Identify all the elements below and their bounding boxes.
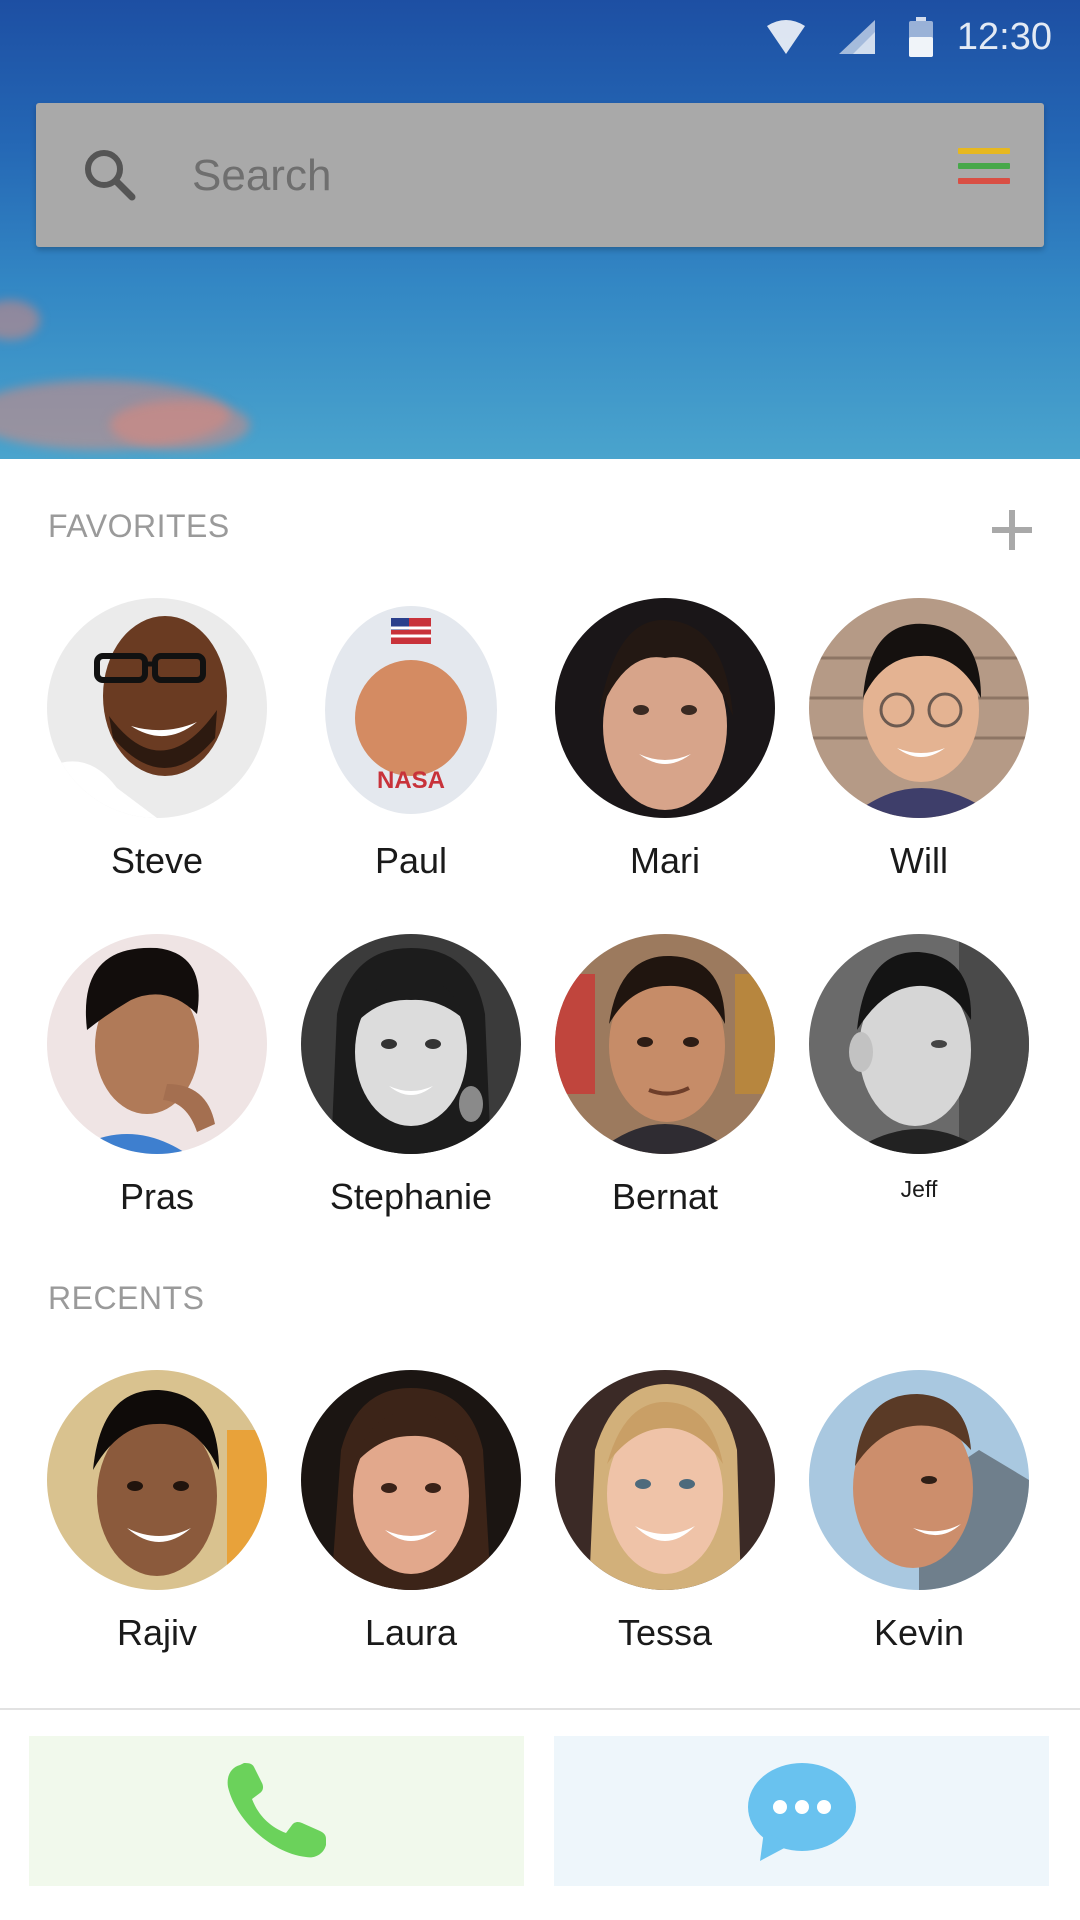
contact-name: Jeff bbox=[900, 1176, 938, 1202]
contact-name: Stephanie bbox=[329, 1176, 493, 1217]
signal-icon bbox=[838, 20, 875, 54]
contact-name: Bernat bbox=[611, 1176, 719, 1217]
plus-icon[interactable] bbox=[990, 508, 1034, 552]
avatar: NASA bbox=[301, 598, 521, 818]
contact-name: Rajiv bbox=[116, 1612, 197, 1653]
contact-rajiv[interactable]: Rajiv bbox=[30, 1370, 284, 1654]
status-bar: 12:30 bbox=[733, 12, 1052, 62]
contact-name: Paul bbox=[374, 840, 448, 881]
colored-menu-icon[interactable] bbox=[958, 148, 1010, 198]
contact-kevin[interactable]: Kevin bbox=[792, 1370, 1046, 1654]
contact-name: Laura bbox=[364, 1612, 458, 1653]
contact-paul[interactable]: NASA Paul bbox=[284, 598, 538, 882]
contact-jeff[interactable]: Jeff bbox=[792, 934, 1046, 1203]
phone-icon bbox=[227, 1763, 326, 1858]
svg-text:NASA: NASA bbox=[377, 767, 445, 794]
avatar bbox=[555, 1370, 775, 1590]
contact-name: Steve bbox=[110, 840, 204, 881]
recents-title: RECENTS bbox=[48, 1280, 205, 1316]
avatar bbox=[809, 934, 1029, 1154]
search-input[interactable] bbox=[190, 137, 934, 215]
call-button[interactable] bbox=[29, 1736, 524, 1886]
message-button[interactable] bbox=[554, 1736, 1049, 1886]
contact-tessa[interactable]: Tessa bbox=[538, 1370, 792, 1654]
contact-name: Tessa bbox=[617, 1612, 713, 1653]
avatar bbox=[301, 1370, 521, 1590]
favorites-title: FAVORITES bbox=[48, 508, 230, 544]
contact-laura[interactable]: Laura bbox=[284, 1370, 538, 1654]
contact-name: Pras bbox=[119, 1176, 195, 1217]
contact-steve[interactable]: Steve bbox=[30, 598, 284, 882]
contact-name: Mari bbox=[630, 840, 700, 881]
avatar bbox=[47, 1370, 267, 1590]
search-icon[interactable] bbox=[82, 147, 138, 203]
bottom-divider bbox=[0, 1708, 1080, 1710]
contact-pras[interactable]: Pras bbox=[30, 934, 284, 1218]
avatar bbox=[47, 934, 267, 1154]
battery-icon bbox=[908, 17, 933, 57]
contact-bernat[interactable]: Bernat bbox=[538, 934, 792, 1218]
wifi-icon bbox=[766, 20, 805, 54]
avatar bbox=[47, 598, 267, 818]
header-background: 12:30 bbox=[0, 0, 1080, 459]
avatar bbox=[555, 598, 775, 818]
contact-mari[interactable]: Mari bbox=[538, 598, 792, 882]
chat-bubble-icon bbox=[747, 1763, 856, 1861]
search-bar[interactable] bbox=[36, 103, 1044, 247]
avatar bbox=[555, 934, 775, 1154]
status-time: 12:30 bbox=[956, 15, 1052, 58]
avatar bbox=[809, 1370, 1029, 1590]
contact-will[interactable]: Will bbox=[792, 598, 1046, 882]
avatar bbox=[809, 598, 1029, 818]
contact-name: Will bbox=[890, 840, 948, 881]
contact-stephanie[interactable]: Stephanie bbox=[284, 934, 538, 1218]
avatar bbox=[301, 934, 521, 1154]
contact-name: Kevin bbox=[873, 1612, 965, 1653]
